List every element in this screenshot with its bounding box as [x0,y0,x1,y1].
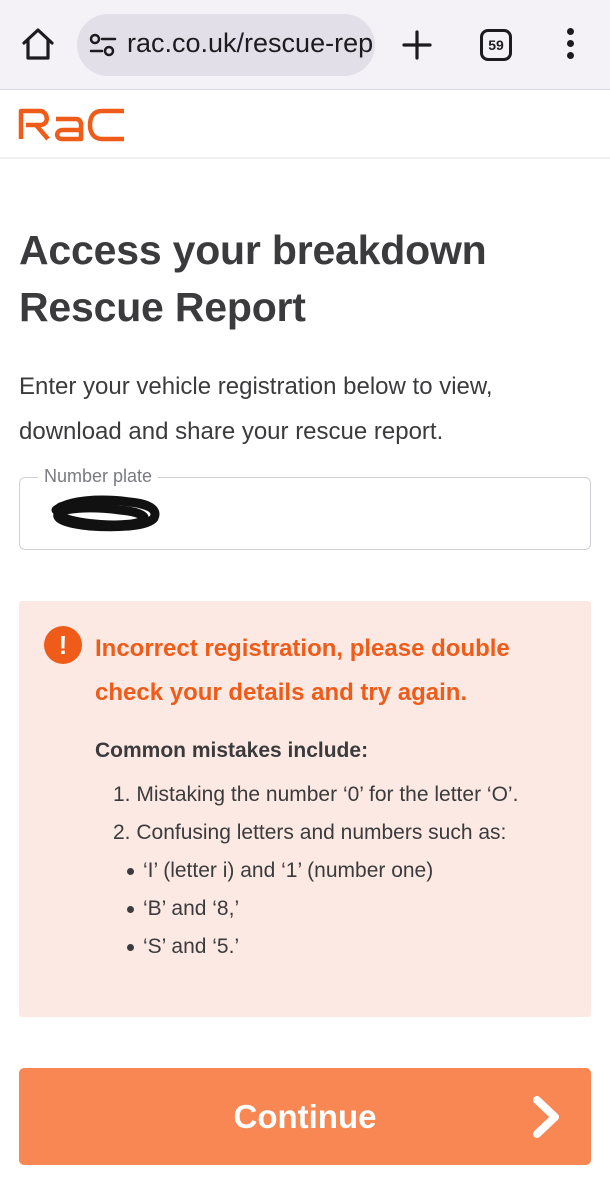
number-plate-field: Number plate [19,466,591,550]
list-item: 1. Mistaking the number ‘0’ for the lett… [113,783,519,806]
mistakes-heading: Common mistakes include: [95,739,369,762]
number-plate-label: Number plate [38,466,159,487]
url-text[interactable]: rac.co.uk/rescue-rep [127,28,373,59]
list-item: 2. Confusing letters and numbers such as… [113,821,507,844]
error-alert: ! Incorrect registration, please double … [19,601,591,1017]
browser-toolbar: rac.co.uk/rescue-rep 59 [0,0,610,90]
address-bar[interactable]: rac.co.uk/rescue-rep [77,14,375,76]
page-title: Access your breakdown Rescue Report [19,227,487,330]
tab-switcher-button[interactable]: 59 [480,29,512,61]
continue-button-label: Continue [233,1098,377,1135]
site-header [0,91,610,159]
list-item: ‘B’ and ‘8,’ [95,890,585,928]
list-item: ‘I’ (letter i) and ‘1’ (number one) [95,852,585,890]
list-item: ‘S’ and ‘5.’ [95,928,585,966]
home-icon[interactable] [18,24,58,64]
mistakes-list: 1. Mistaking the number ‘0’ for the lett… [95,776,585,966]
chevron-right-icon [533,1096,559,1138]
exclamation-icon: ! [44,626,82,664]
redacted-plate-scribble [51,495,160,532]
intro-text: Enter your vehicle registration below to… [19,373,493,445]
tune-icon[interactable] [89,33,117,57]
plus-icon[interactable] [398,26,436,64]
continue-button[interactable]: Continue [19,1068,591,1165]
error-message: Incorrect registration, please double ch… [95,635,510,706]
rac-logo[interactable] [18,103,128,143]
more-vert-icon[interactable] [560,28,580,64]
